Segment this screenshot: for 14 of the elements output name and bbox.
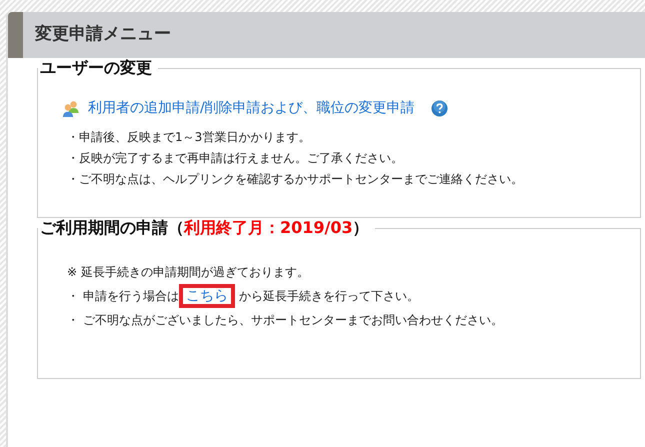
note-text: ※ 延長手続きの申請期間が過ぎております。 (67, 265, 309, 279)
help-icon[interactable] (430, 100, 448, 117)
section-title: ご利用期間の申請（ (40, 218, 184, 237)
section-title: ） (352, 218, 369, 237)
users-icon (62, 100, 80, 118)
note-text: ・申請後、反映まで1～3営業日かかります。 (67, 130, 310, 144)
request-link[interactable]: 利用者の追加申請/削除申請および、職位の変更申請 (88, 98, 415, 119)
section-title: ユーザーの変更 (40, 58, 152, 77)
note-text: ・ご不明な点は、ヘルプリンクを確認するかサポートセンターまでご連絡ください。 (67, 172, 523, 186)
note-text: ・反映が完了するまで再申請は行えません。ご了承ください。 (67, 151, 403, 165)
term-text: 利用終了月：2019/03 (184, 218, 353, 237)
here-link[interactable]: こちら (178, 284, 235, 308)
note-text: ・ ご不明な点がございましたら、サポートセンターまでお問い合わせください。 (67, 313, 503, 327)
panel-header: 変更申請メニュー (8, 12, 645, 58)
